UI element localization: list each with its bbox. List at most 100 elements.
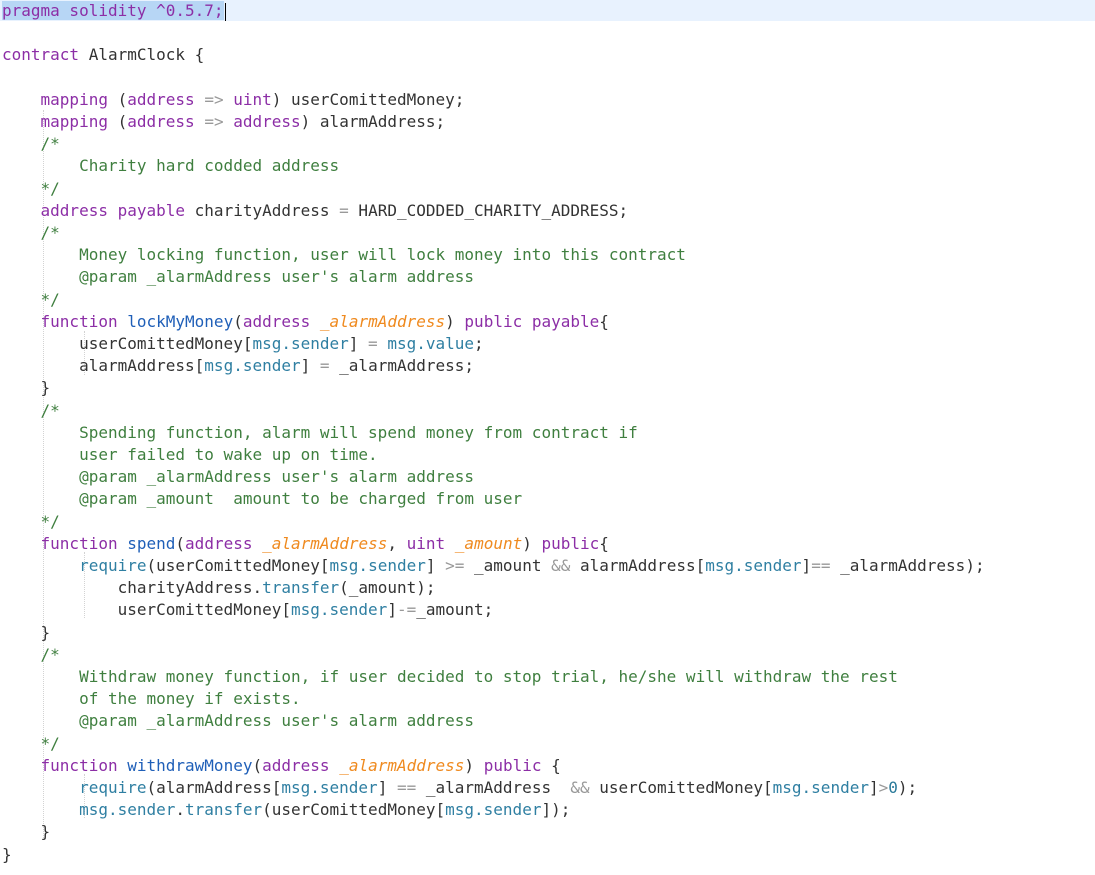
code-token: msg.sender — [290, 600, 388, 620]
code-line[interactable]: } — [0, 844, 1095, 866]
code-token: _alarmAddress — [262, 533, 388, 553]
code-token: withdrawMoney — [127, 755, 253, 775]
code-token: */ — [2, 733, 60, 753]
code-line[interactable]: /* — [0, 644, 1095, 666]
code-token: public — [541, 533, 600, 553]
code-line[interactable]: */ — [0, 289, 1095, 311]
code-token: @param _alarmAddress user's alarm addres… — [2, 711, 475, 731]
code-token: ) alarmAddress; — [300, 112, 446, 131]
code-token: msg.sender — [281, 778, 378, 797]
code-token: => — [204, 89, 224, 109]
code-line[interactable]: /* — [0, 222, 1095, 244]
code-line[interactable]: @param _alarmAddress user's alarm addres… — [0, 266, 1095, 288]
code-line[interactable]: Spending function, alarm will spend mone… — [0, 422, 1095, 444]
code-line[interactable]: } — [0, 622, 1095, 644]
code-token: alarmAddress[ — [570, 556, 706, 575]
code-token: public — [483, 755, 542, 775]
code-token: @param _amount amount to be charged from… — [2, 489, 523, 509]
code-line[interactable]: */ — [0, 511, 1095, 533]
code-line[interactable]: Money locking function, user will lock m… — [0, 244, 1095, 266]
code-token: _alarmAddress; — [329, 356, 475, 376]
code-token: msg.sender — [329, 556, 426, 575]
code-line[interactable]: mapping (address => uint) userComittedMo… — [0, 89, 1095, 111]
code-token: userComittedMoney[ — [2, 334, 253, 353]
code-line[interactable]: @param _amount amount to be charged from… — [0, 488, 1095, 510]
code-token: ); — [897, 778, 918, 797]
code-line[interactable]: contract AlarmClock { — [0, 44, 1095, 66]
code-line[interactable]: msg.sender.transfer(userComittedMoney[ms… — [0, 799, 1095, 821]
code-token: charityAddress — [185, 200, 340, 220]
code-line[interactable]: userComittedMoney[msg.sender]-=_amount; — [0, 599, 1095, 621]
code-line[interactable]: Charity hard codded address — [0, 155, 1095, 177]
code-line[interactable]: */ — [0, 733, 1095, 755]
code-token: address — [233, 112, 301, 131]
code-token: _amount — [454, 533, 523, 553]
code-token: user failed to wake up on time. — [2, 445, 378, 464]
code-line[interactable]: mapping (address => address) alarmAddres… — [0, 111, 1095, 133]
code-line[interactable]: charityAddress.transfer(_amount); — [0, 577, 1095, 599]
code-token: ; — [474, 334, 484, 353]
code-token: address — [242, 311, 311, 331]
code-token: AlarmClock { — [79, 45, 205, 65]
code-line[interactable]: @param _alarmAddress user's alarm addres… — [0, 710, 1095, 732]
code-line[interactable]: Withdraw money function, if user decided… — [0, 666, 1095, 688]
code-token: pragma solidity ^0.5.7; — [2, 1, 224, 20]
code-line[interactable]: function withdrawMoney(address _alarmAdd… — [0, 755, 1095, 777]
code-line[interactable]: require(alarmAddress[msg.sender] == _ala… — [0, 777, 1095, 799]
code-line[interactable] — [0, 67, 1095, 89]
code-token: /* — [2, 134, 60, 154]
code-token: >= — [445, 556, 465, 575]
code-token: ] — [377, 778, 397, 797]
code-token: of the money if exists. — [2, 689, 301, 709]
code-token: transfer — [262, 578, 340, 598]
code-line[interactable]: */ — [0, 178, 1095, 200]
code-line[interactable]: function spend(address _alarmAddress, ui… — [0, 533, 1095, 555]
text-caret — [224, 2, 226, 21]
code-token: msg.sender — [252, 334, 349, 353]
code-line[interactable]: /* — [0, 133, 1095, 155]
code-token: address — [127, 112, 195, 131]
code-token: == — [396, 778, 417, 797]
code-line[interactable]: alarmAddress[msg.sender] = _alarmAddress… — [0, 355, 1095, 377]
code-token: > — [878, 778, 889, 797]
code-token: address — [185, 533, 253, 553]
code-token: { — [599, 533, 609, 553]
code-token: -= — [396, 600, 417, 620]
code-line[interactable]: userComittedMoney[msg.sender] = msg.valu… — [0, 333, 1095, 355]
code-line[interactable]: } — [0, 821, 1095, 843]
code-token: mapping — [40, 89, 108, 109]
code-line[interactable]: pragma solidity ^0.5.7; — [0, 0, 1095, 21]
code-line[interactable]: /* — [0, 400, 1095, 422]
code-token: , — [387, 533, 407, 553]
code-editor[interactable]: pragma solidity ^0.5.7; contract AlarmClo… — [0, 0, 1095, 875]
code-token: transfer — [185, 800, 263, 820]
code-token: ( — [175, 533, 186, 553]
code-line[interactable]: address payable charityAddress = HARD_CO… — [0, 200, 1095, 222]
code-token: 0 — [888, 778, 898, 797]
code-token: charityAddress. — [2, 578, 263, 598]
code-line[interactable]: } — [0, 377, 1095, 399]
code-line[interactable]: function lockMyMoney(address _alarmAddre… — [0, 311, 1095, 333]
code-token: /* — [2, 223, 60, 242]
code-token: = — [339, 200, 349, 220]
code-line[interactable]: user failed to wake up on time. — [0, 444, 1095, 466]
code-line[interactable]: of the money if exists. — [0, 688, 1095, 710]
code-token: address — [127, 89, 195, 109]
code-token: ] — [387, 600, 397, 620]
code-token: (userComittedMoney[ — [146, 556, 330, 575]
code-line[interactable]: @param _alarmAddress user's alarm addres… — [0, 466, 1095, 488]
code-line[interactable] — [0, 22, 1095, 44]
code-token: HARD_CODDED_CHARITY_ADDRESS; — [348, 200, 629, 220]
code-token: msg.value — [387, 334, 475, 353]
code-token: { — [541, 755, 561, 775]
code-token: alarmAddress[ — [2, 356, 205, 376]
code-line[interactable]: require(userComittedMoney[msg.sender] >=… — [0, 555, 1095, 577]
